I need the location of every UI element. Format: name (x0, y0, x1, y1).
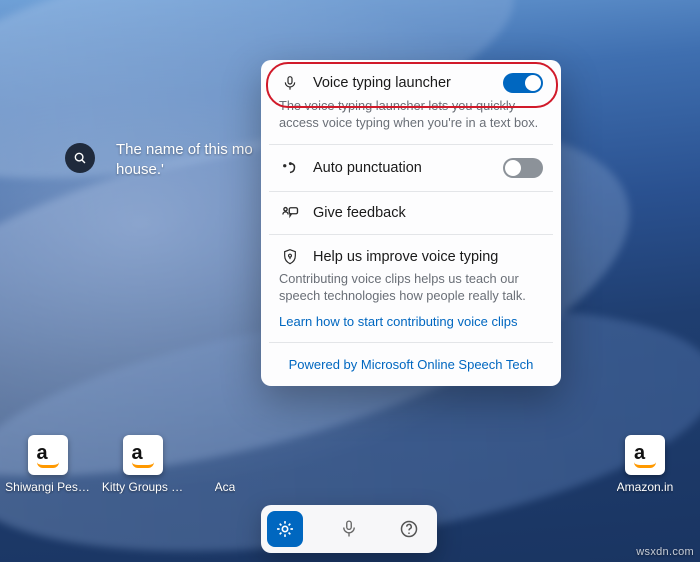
improve-section: Help us improve voice typing Contributin… (261, 235, 561, 342)
shield-icon (279, 248, 301, 266)
spacer (260, 435, 590, 494)
feedback-row[interactable]: Give feedback (261, 192, 561, 234)
shortcut-label: Shiwangi Pes… (5, 480, 90, 494)
desktop-background: The name of this mo house.' Voice typing… (0, 0, 700, 562)
launcher-description: The voice typing launcher lets you quick… (279, 97, 543, 131)
help-button[interactable] (391, 511, 427, 547)
panel-footer-link[interactable]: Powered by Microsoft Online Speech Tech (261, 343, 561, 386)
shortcut-label: Amazon.in (617, 480, 674, 494)
desktop-shortcut[interactable]: a Shiwangi Pes… (0, 435, 95, 494)
launcher-label: Voice typing launcher (313, 75, 451, 91)
improve-description: Contributing voice clips helps us teach … (279, 270, 543, 304)
amazon-tile-icon: a (28, 435, 68, 475)
feedback-label: Give feedback (313, 205, 406, 221)
voice-typing-settings-panel: Voice typing launcher The voice typing l… (261, 60, 561, 386)
desktop-shortcut[interactable]: a Kitty Groups … (95, 435, 190, 494)
search-icon[interactable] (65, 143, 95, 173)
dictated-text-line: The name of this mo (116, 140, 253, 160)
microphone-button[interactable] (331, 511, 367, 547)
dictated-text: The name of this mo house.' (116, 140, 253, 180)
launcher-row: Voice typing launcher The voice typing l… (261, 60, 561, 144)
amazon-tile-icon: a (625, 435, 665, 475)
launcher-toggle[interactable] (503, 73, 543, 93)
auto-punctuation-label: Auto punctuation (313, 160, 422, 176)
dictated-text-line: house.' (116, 160, 253, 180)
shortcut-label: Aca (215, 480, 236, 494)
auto-punctuation-row: Auto punctuation (261, 145, 561, 191)
desktop-icons-row: a Shiwangi Pes… a Kitty Groups … Aca a A… (0, 435, 700, 494)
punctuation-icon (279, 161, 301, 175)
feedback-icon (279, 205, 301, 221)
auto-punctuation-toggle[interactable] (503, 158, 543, 178)
watermark-text: wsxdn.com (636, 546, 694, 558)
improve-title: Help us improve voice typing (313, 249, 498, 265)
microphone-icon (279, 75, 301, 91)
improve-link[interactable]: Learn how to start contributing voice cl… (279, 314, 543, 329)
desktop-shortcut[interactable]: Aca (190, 435, 260, 494)
voice-typing-bar (261, 505, 437, 553)
shortcut-label: Kitty Groups … (102, 480, 183, 494)
desktop-shortcut[interactable]: a Amazon.in (590, 435, 700, 494)
amazon-tile-icon: a (123, 435, 163, 475)
settings-button[interactable] (267, 511, 303, 547)
